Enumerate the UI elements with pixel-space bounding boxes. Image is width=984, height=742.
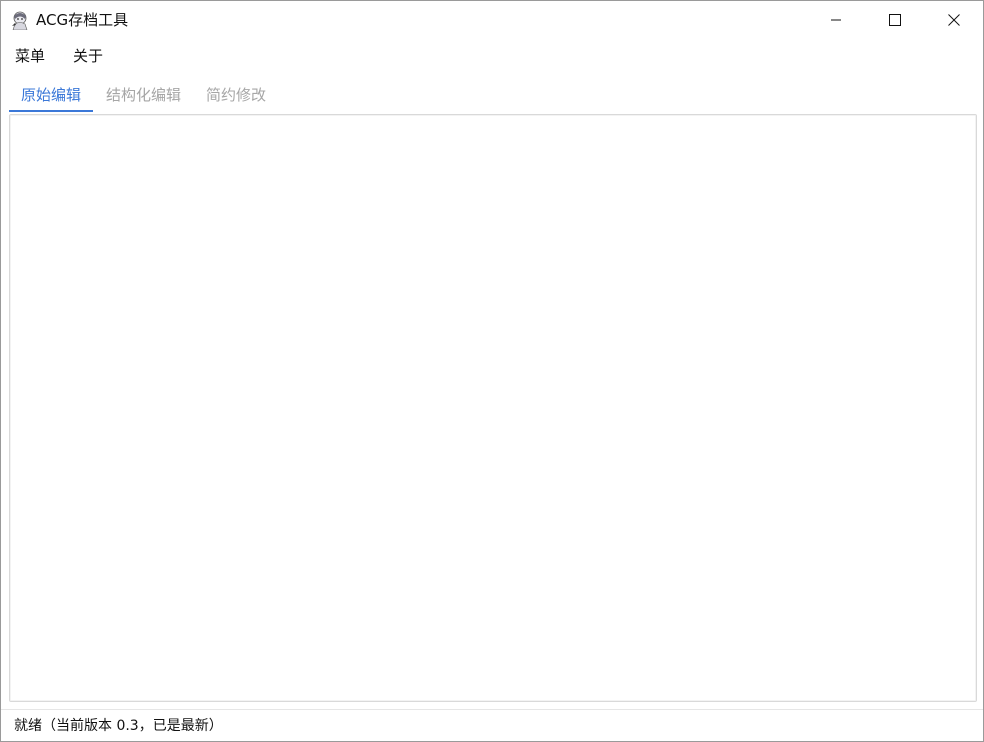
raw-edit-textarea[interactable] — [9, 114, 977, 702]
status-text: 就绪（当前版本 0.3，已是最新） — [14, 718, 223, 734]
close-button[interactable] — [925, 1, 983, 38]
tab-bar: 原始编辑 结构化编辑 简约修改 — [9, 81, 409, 113]
menu-item-menu[interactable]: 菜单 — [15, 47, 45, 65]
active-tab-indicator — [9, 110, 93, 112]
tab-raw-edit[interactable]: 原始编辑 — [21, 85, 81, 105]
tab-structured-edit[interactable]: 结构化编辑 — [106, 85, 181, 105]
minimize-icon — [830, 14, 842, 26]
minimize-button[interactable] — [807, 1, 865, 38]
status-bar: 就绪（当前版本 0.3，已是最新） — [1, 709, 983, 741]
menu-bar: 菜单 关于 — [1, 41, 983, 71]
menu-item-about[interactable]: 关于 — [73, 47, 103, 65]
tab-simple-modify[interactable]: 简约修改 — [206, 85, 266, 105]
close-icon — [948, 13, 960, 26]
app-window: ACG存档工具 菜单 关于 原始编辑 结构化编辑 简约修改 就绪（当前版本 0.… — [0, 0, 984, 742]
maximize-button[interactable] — [866, 1, 924, 38]
window-title: ACG存档工具 — [36, 11, 129, 29]
title-bar[interactable]: ACG存档工具 — [1, 1, 983, 38]
maximize-icon — [889, 13, 901, 26]
anime-character-icon — [10, 10, 30, 31]
